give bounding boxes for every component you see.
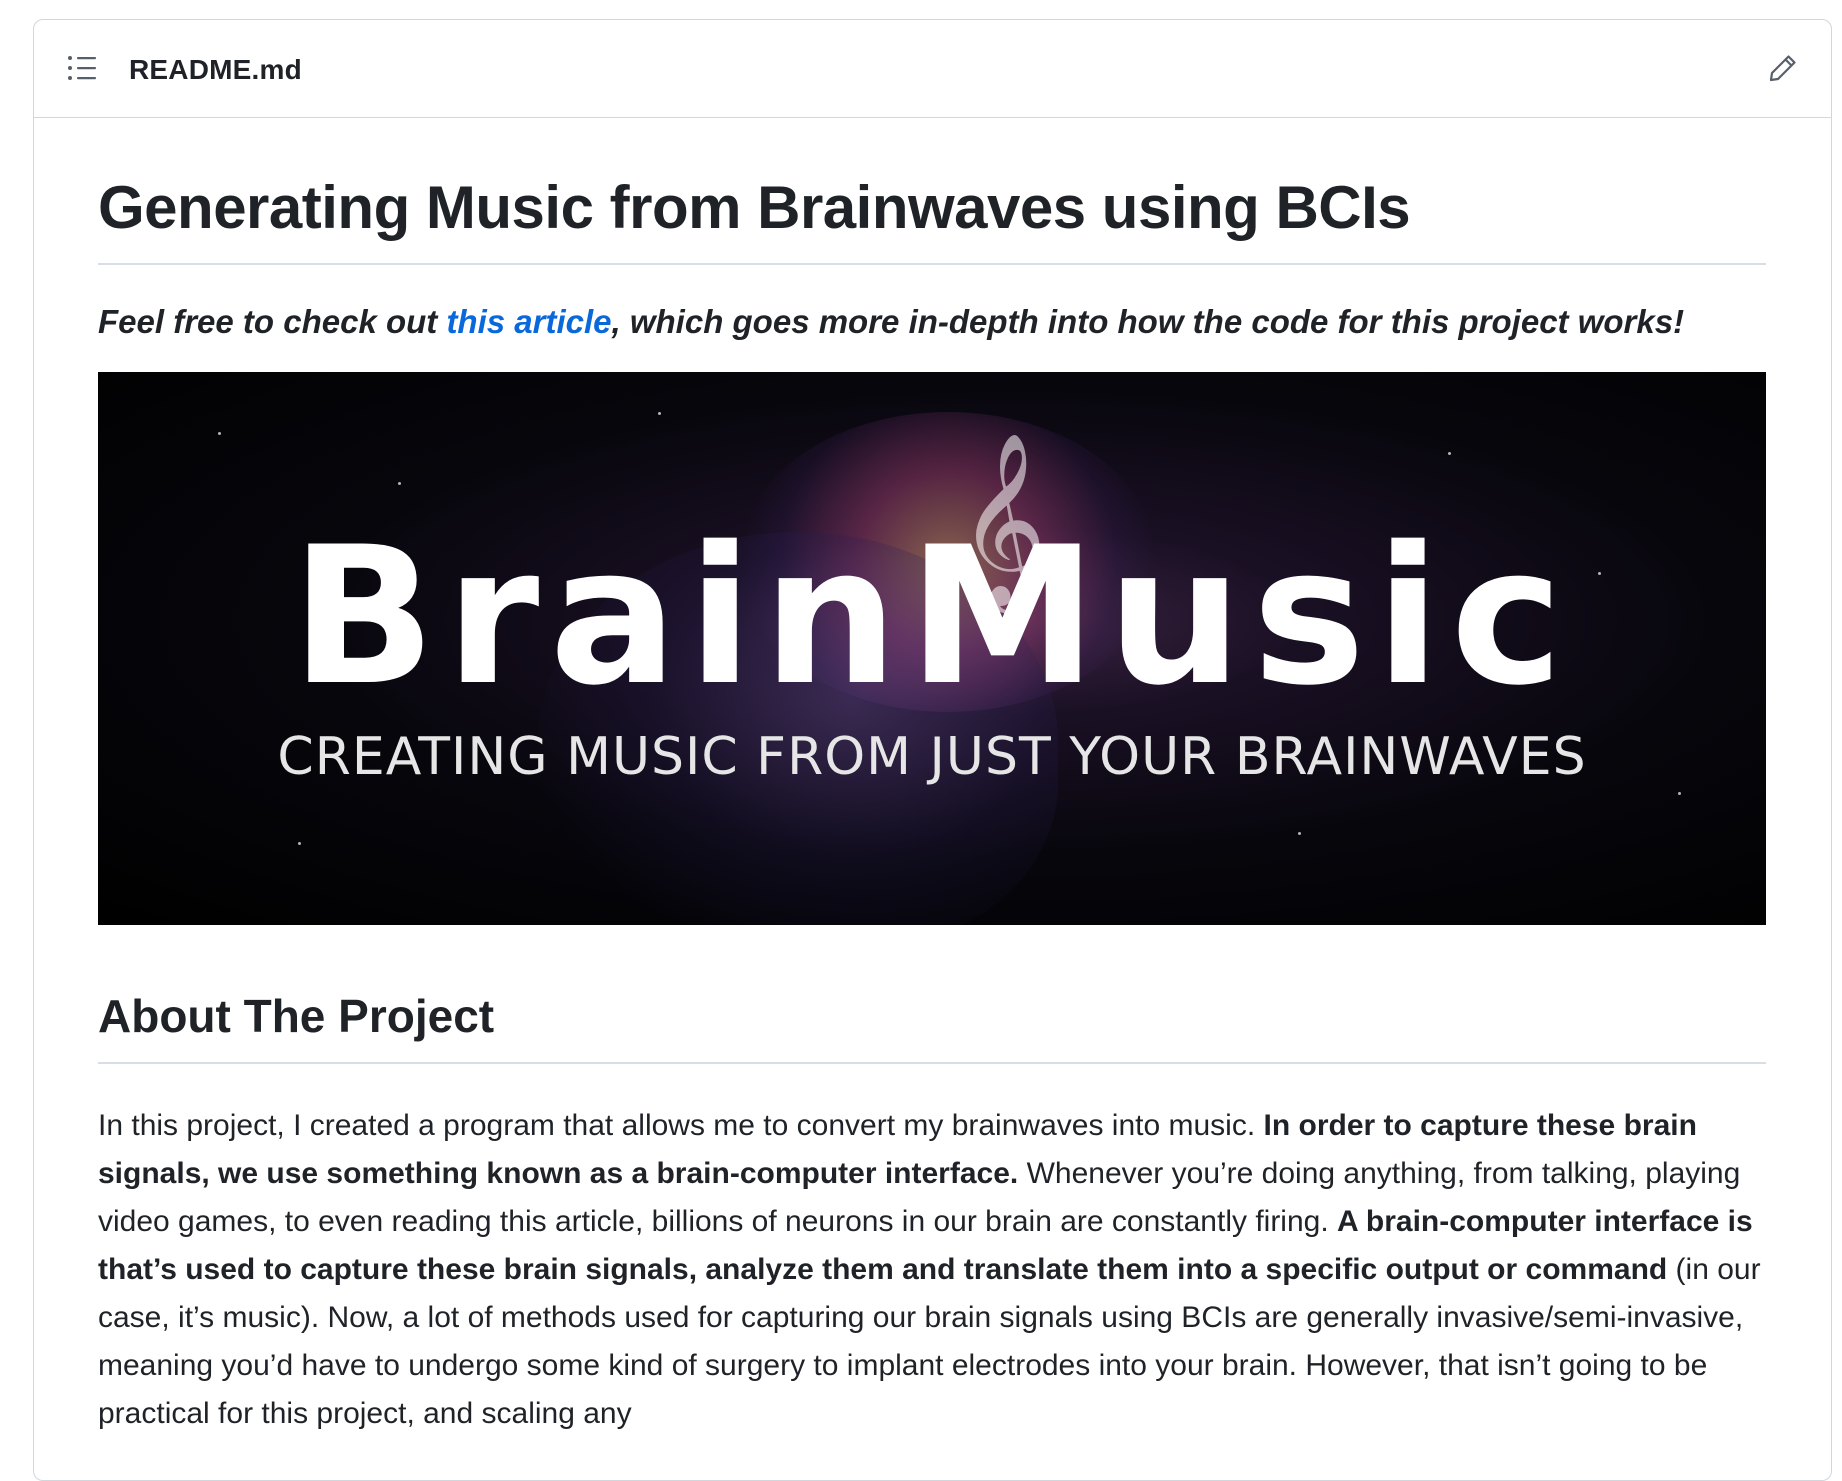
title-divider bbox=[98, 263, 1766, 265]
intro-text-after: , which goes more in-depth into how the … bbox=[611, 303, 1685, 340]
readme-file-name: README.md bbox=[129, 54, 302, 85]
readme-content: Generating Music from Brainwaves using B… bbox=[98, 118, 1766, 1438]
banner-title: BrainMusic bbox=[290, 505, 1574, 727]
table-of-contents-button[interactable] bbox=[64, 50, 100, 86]
readme-header: README.md bbox=[34, 20, 1831, 118]
banner-image: 𝄞 BrainMusic CREATING MUSIC FROM JUST YO… bbox=[98, 371, 1766, 925]
section-divider bbox=[98, 1062, 1766, 1065]
star bbox=[1448, 451, 1451, 455]
intro-text: Feel free to check out this article, whi… bbox=[98, 301, 1766, 344]
star bbox=[658, 411, 661, 415]
list-unordered-icon bbox=[68, 56, 96, 80]
intro-text-before: Feel free to check out bbox=[98, 303, 447, 340]
paragraph-run: In this project, I created a program tha… bbox=[98, 1109, 1264, 1143]
star bbox=[298, 841, 301, 845]
readme-panel: README.md Generating Music from Brainwav… bbox=[33, 19, 1832, 1481]
pencil-icon bbox=[1769, 55, 1796, 82]
edit-file-button[interactable] bbox=[1765, 50, 1801, 86]
star bbox=[1678, 791, 1681, 795]
section-heading: About The Project bbox=[98, 989, 495, 1042]
article-link[interactable]: this article bbox=[446, 303, 611, 340]
about-paragraph: In this project, I created a program tha… bbox=[98, 1102, 1766, 1438]
page-title: Generating Music from Brainwaves using B… bbox=[98, 174, 1411, 241]
star bbox=[398, 481, 401, 485]
star bbox=[1298, 831, 1301, 835]
banner-subtitle: CREATING MUSIC FROM JUST YOUR BRAINWAVES bbox=[277, 726, 1587, 787]
star bbox=[218, 431, 221, 435]
